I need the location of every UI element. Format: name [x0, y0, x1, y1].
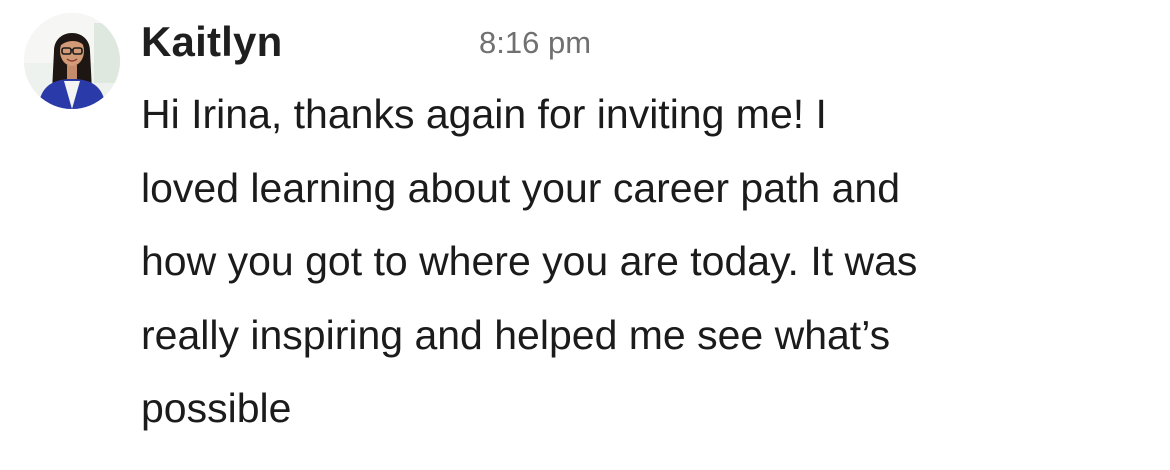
- message-line: loved learning about your career path an…: [141, 164, 901, 211]
- avatar[interactable]: [24, 13, 120, 109]
- avatar-photo: [24, 13, 120, 109]
- message-line: possible: [141, 385, 292, 431]
- message-line: Hi Irina, thanks again for inviting me! …: [141, 91, 827, 137]
- chat-message: Kaitlyn 8:16 pm Hi Irina, thanks again f…: [0, 0, 1170, 470]
- message-line: really inspiring and helped me see what’…: [141, 311, 891, 358]
- message-timestamp: 8:16 pm: [479, 25, 592, 60]
- message-text: Hi Irina, thanks again for inviting me! …: [141, 78, 1141, 446]
- message-line: how you got to where you are today. It w…: [141, 238, 918, 284]
- message-header: Kaitlyn 8:16 pm: [141, 14, 1041, 70]
- sender-name[interactable]: Kaitlyn: [141, 18, 282, 66]
